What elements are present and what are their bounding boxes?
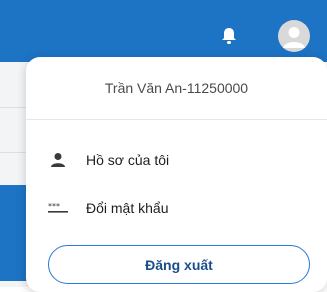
user-icon: [48, 150, 68, 170]
menu-item-label: Hồ sơ của tôi: [86, 152, 170, 168]
user-display-name: Trần Văn An-11250000: [26, 57, 327, 120]
menu-item-profile[interactable]: Hồ sơ của tôi: [48, 148, 169, 172]
menu-item-change-password[interactable]: *** Đổi mật khẩu: [48, 196, 168, 220]
logout-button[interactable]: Đăng xuất: [48, 245, 310, 284]
user-avatar-icon[interactable]: [278, 20, 310, 52]
svg-text:***: ***: [48, 202, 60, 211]
password-icon: ***: [48, 198, 68, 218]
top-navigation-bar: [0, 0, 327, 62]
user-dropdown-menu: Trần Văn An-11250000 Hồ sơ của tôi *** Đ…: [26, 57, 327, 292]
bell-icon[interactable]: [220, 26, 238, 46]
menu-item-label: Đổi mật khẩu: [86, 200, 169, 216]
